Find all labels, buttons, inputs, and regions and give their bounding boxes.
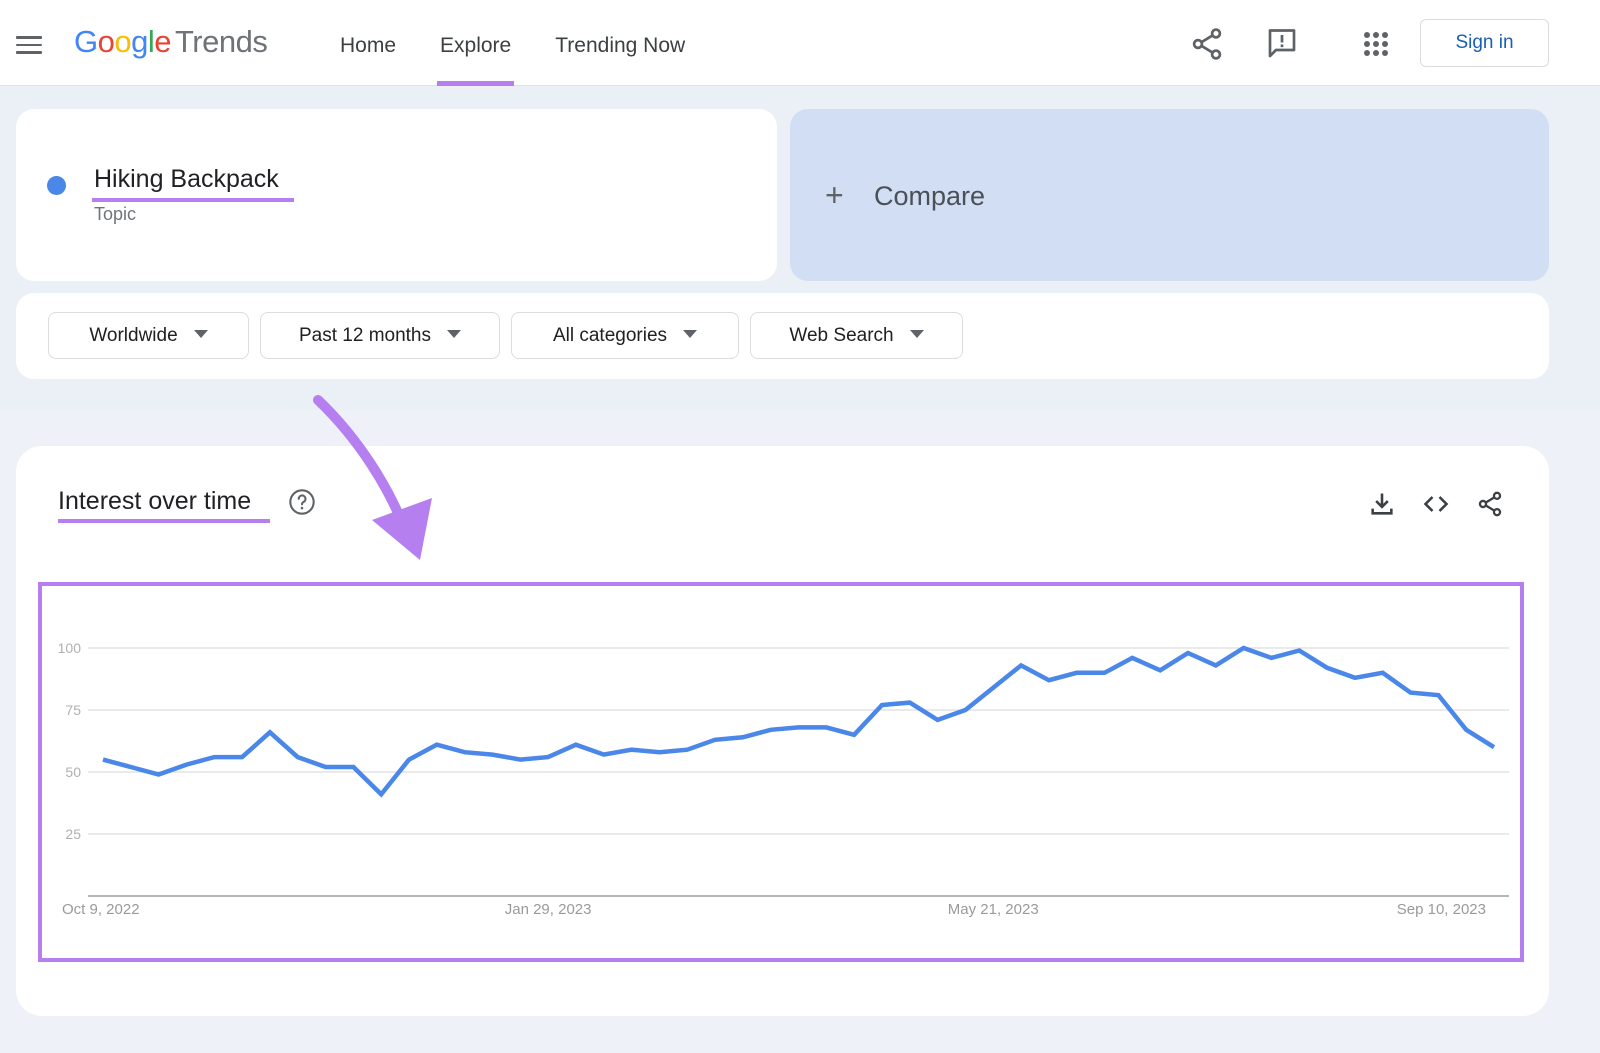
annotation-highlight-box [38, 582, 1524, 962]
